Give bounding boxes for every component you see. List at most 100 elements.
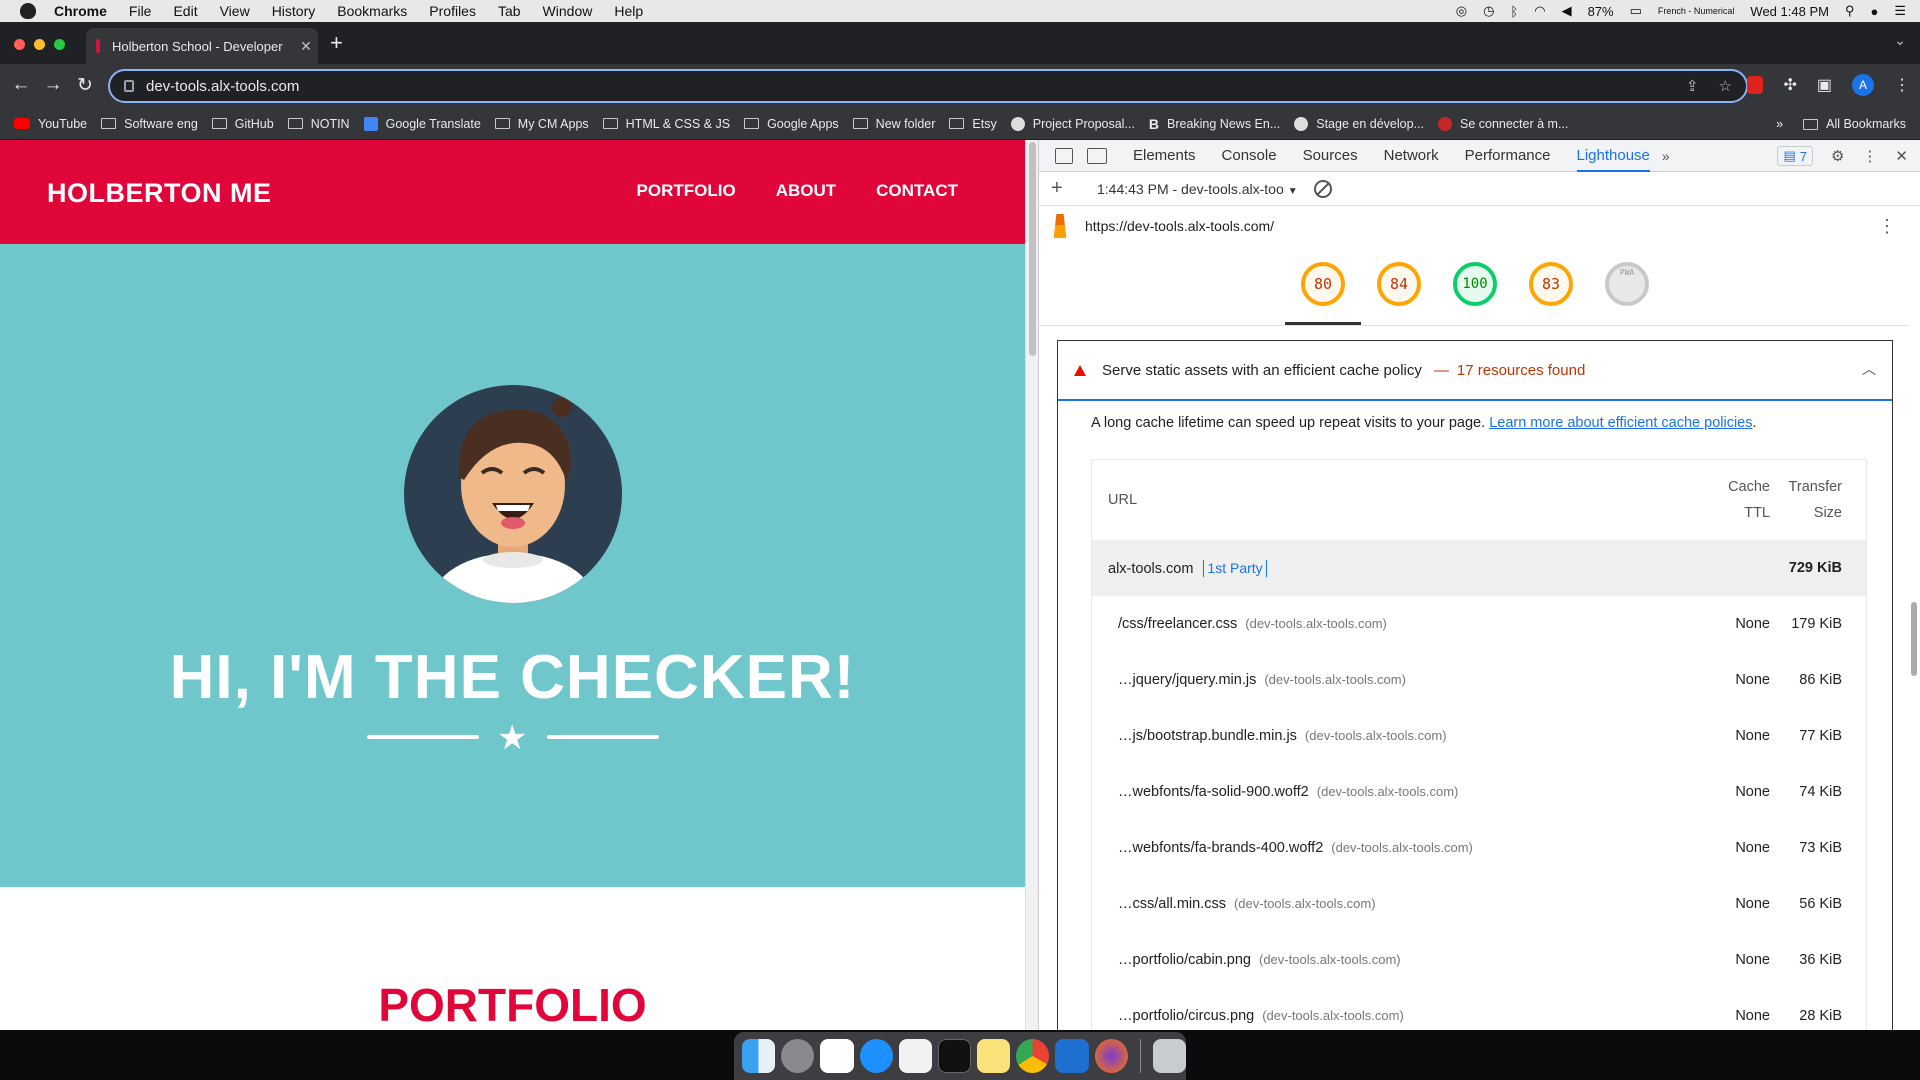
lock-icon[interactable] xyxy=(124,80,134,92)
time-machine-icon[interactable]: ◷ xyxy=(1483,3,1494,19)
trash-icon[interactable] xyxy=(1152,1039,1186,1073)
share-icon[interactable]: ⇪ xyxy=(1686,77,1699,95)
devtools-menu-icon[interactable]: ⋮ xyxy=(1862,147,1877,165)
siri-icon[interactable]: ● xyxy=(1870,4,1878,19)
menu-app-name[interactable]: Chrome xyxy=(54,3,107,19)
resource-path[interactable]: /css/freelancer.css xyxy=(1118,616,1237,632)
apple-icon[interactable] xyxy=(20,3,36,19)
forward-button[interactable]: → xyxy=(42,74,64,96)
inspect-element-icon[interactable] xyxy=(1055,147,1073,164)
address-url[interactable]: dev-tools.alx-tools.com xyxy=(146,78,299,95)
system-preferences-icon[interactable] xyxy=(781,1039,815,1073)
report-menu-icon[interactable]: ⋮ xyxy=(1878,216,1896,237)
settings-gear-icon[interactable]: ⚙ xyxy=(1831,147,1844,165)
menu-view[interactable]: View xyxy=(220,3,250,19)
reload-button[interactable]: ↻ xyxy=(74,74,96,97)
firefox-icon[interactable] xyxy=(1094,1039,1128,1073)
chrome-icon[interactable] xyxy=(1016,1039,1050,1073)
best-practices-gauge[interactable]: 100 xyxy=(1453,262,1497,306)
more-tabs-icon[interactable]: » xyxy=(1662,148,1670,164)
menu-file[interactable]: File xyxy=(129,3,152,19)
tab-console[interactable]: Console xyxy=(1222,140,1277,172)
reminders-icon[interactable] xyxy=(898,1039,932,1073)
menu-bookmarks[interactable]: Bookmarks xyxy=(337,3,407,19)
browser-tab[interactable]: Holberton School - Developer ✕ xyxy=(86,28,318,64)
new-report-icon[interactable]: + xyxy=(1051,177,1071,200)
page-scrollbar-thumb[interactable] xyxy=(1029,142,1036,356)
report-selector[interactable]: 1:44:43 PM - dev-tools.alx-too ▼ xyxy=(1097,181,1298,197)
creative-cloud-icon[interactable]: ◎ xyxy=(1456,3,1467,19)
bookmark-folder-github[interactable]: GitHub xyxy=(211,117,274,131)
nav-contact-link[interactable]: CONTACT xyxy=(876,181,958,201)
resource-path[interactable]: …webfonts/fa-solid-900.woff2 xyxy=(1118,784,1309,800)
address-bar[interactable]: dev-tools.alx-tools.com ⇪ ☆ xyxy=(108,69,1748,103)
vscode-icon[interactable] xyxy=(1055,1039,1089,1073)
pwa-gauge[interactable]: PWA xyxy=(1605,262,1649,306)
devtools-scrollbar-thumb[interactable] xyxy=(1911,602,1917,676)
bookmark-breaking-news[interactable]: B Breaking News En... xyxy=(1149,116,1280,132)
bookmark-folder-html-css-js[interactable]: HTML & CSS & JS xyxy=(602,117,730,131)
back-button[interactable]: ← xyxy=(10,74,32,96)
bookmark-se-connecter[interactable]: Se connecter à m... xyxy=(1437,116,1568,131)
chrome-menu-icon[interactable]: ⋮ xyxy=(1894,75,1910,95)
devtools-scrollbar[interactable] xyxy=(1908,246,1920,1030)
bookmark-folder-my-cm-apps[interactable]: My CM Apps xyxy=(494,117,589,131)
bookmark-google-translate[interactable]: Google Translate xyxy=(363,116,481,131)
bookmark-folder-new-folder[interactable]: New folder xyxy=(852,117,935,131)
tab-close-icon[interactable]: ✕ xyxy=(294,38,318,55)
notes-icon[interactable] xyxy=(977,1039,1011,1073)
menu-window[interactable]: Window xyxy=(543,3,593,19)
side-panel-icon[interactable]: ▣ xyxy=(1817,75,1832,95)
resource-path[interactable]: …jquery/jquery.min.js xyxy=(1118,672,1256,688)
menu-profiles[interactable]: Profiles xyxy=(429,3,476,19)
terminal-icon[interactable] xyxy=(937,1039,972,1073)
resource-path[interactable]: …portfolio/circus.png xyxy=(1118,1008,1254,1024)
spotlight-icon[interactable]: ⚲ xyxy=(1845,3,1855,19)
new-tab-button[interactable]: + xyxy=(330,30,343,56)
calendar-icon[interactable] xyxy=(820,1039,854,1073)
tab-network[interactable]: Network xyxy=(1384,140,1439,172)
performance-gauge[interactable]: 80 xyxy=(1301,262,1345,306)
menu-edit[interactable]: Edit xyxy=(173,3,197,19)
all-bookmarks-button[interactable]: All Bookmarks xyxy=(1803,117,1906,131)
close-devtools-icon[interactable]: ✕ xyxy=(1895,147,1908,165)
extension-red-icon[interactable] xyxy=(1747,76,1764,94)
menu-help[interactable]: Help xyxy=(614,3,643,19)
issues-badge[interactable]: ▤ 7 xyxy=(1777,146,1813,166)
device-toolbar-icon[interactable] xyxy=(1087,147,1107,164)
bookmark-folder-software-eng[interactable]: Software eng xyxy=(101,117,198,131)
safari-icon[interactable] xyxy=(859,1039,893,1073)
bookmark-stage[interactable]: Stage en dévelop... xyxy=(1294,116,1424,131)
page-scrollbar[interactable] xyxy=(1025,140,1038,1030)
bookmarks-overflow-icon[interactable]: » xyxy=(1776,117,1783,131)
input-source[interactable]: French - Numerical xyxy=(1658,6,1735,16)
bookmark-folder-notin[interactable]: NOTIN xyxy=(287,117,350,131)
resource-path[interactable]: …js/bootstrap.bundle.min.js xyxy=(1118,728,1297,744)
nav-portfolio-link[interactable]: PORTFOLIO xyxy=(637,181,736,201)
wifi-icon[interactable]: ◠ xyxy=(1534,3,1545,19)
menu-tab[interactable]: Tab xyxy=(498,3,521,19)
accessibility-gauge[interactable]: 84 xyxy=(1377,262,1421,306)
tab-performance[interactable]: Performance xyxy=(1465,140,1551,172)
bookmark-project-proposal[interactable]: Project Proposal... xyxy=(1010,116,1135,131)
audit-header[interactable]: Serve static assets with an efficient ca… xyxy=(1058,341,1892,401)
tab-lighthouse[interactable]: Lighthouse xyxy=(1576,140,1650,172)
bookmark-folder-google-apps[interactable]: Google Apps xyxy=(744,117,839,131)
tab-search-icon[interactable]: ⌄ xyxy=(1894,32,1906,49)
bookmark-star-icon[interactable]: ☆ xyxy=(1719,77,1732,95)
resource-path[interactable]: …portfolio/cabin.png xyxy=(1118,952,1251,968)
volume-icon[interactable]: ◀ xyxy=(1562,3,1572,19)
learn-more-link[interactable]: Learn more about efficient cache policie… xyxy=(1489,415,1752,431)
finder-icon[interactable] xyxy=(742,1039,776,1073)
battery-icon[interactable]: ▭ xyxy=(1630,3,1642,19)
nav-about-link[interactable]: ABOUT xyxy=(776,181,836,201)
resource-path[interactable]: …webfonts/fa-brands-400.woff2 xyxy=(1118,840,1323,856)
bluetooth-icon[interactable]: ᛒ xyxy=(1510,4,1518,19)
control-center-icon[interactable]: ☰ xyxy=(1894,3,1906,19)
menu-history[interactable]: History xyxy=(272,3,316,19)
bookmark-youtube[interactable]: YouTube xyxy=(14,117,87,131)
bookmark-folder-etsy[interactable]: Etsy xyxy=(949,117,997,131)
clear-reports-icon[interactable] xyxy=(1313,179,1332,198)
tab-elements[interactable]: Elements xyxy=(1133,140,1196,172)
chevron-up-icon[interactable]: ︿ xyxy=(1862,359,1876,379)
